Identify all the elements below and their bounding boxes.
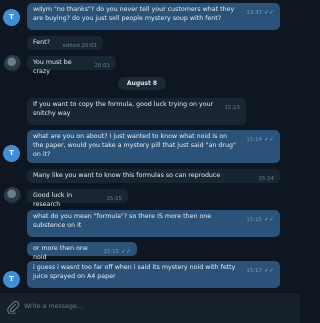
message-text: Fent? [33, 39, 50, 46]
message-text: Good luck in research [33, 192, 73, 208]
message-bubble[interactable]: 15:15 ✓✓ what do you mean "formula"? so t… [27, 210, 280, 237]
message-bubble[interactable]: 15:15 Good luck in research [27, 189, 128, 208]
message-bubble[interactable]: 15:14 Many like you want to know this fo… [27, 169, 280, 183]
message-text: or more then one noid [33, 245, 88, 261]
message-time: 15:14 [246, 137, 262, 143]
paperclip-icon[interactable] [6, 300, 20, 314]
message-bubble[interactable]: 15:15 ✓✓ or more then one noid [27, 242, 137, 261]
message-time: 15:15 [103, 249, 119, 255]
double-check-icon: ✓✓ [120, 248, 131, 255]
message-bubble[interactable]: 15:17 ✓✓ i guess i wasnt too far off when… [27, 261, 280, 288]
message-bubble[interactable]: 20:01 You must be crazy [27, 56, 116, 75]
message-time: 15:15 [106, 196, 122, 202]
avatar[interactable]: T [3, 271, 20, 288]
message-input[interactable]: Write a message... [24, 303, 83, 312]
message-bubble[interactable]: edited 20:01 Fent? [27, 36, 103, 50]
chat-area: T 13:37 ✓✓ wdym "no thanks"? do you never… [0, 0, 300, 292]
message-time: 15:17 [246, 268, 262, 274]
double-check-icon: ✓✓ [263, 9, 274, 16]
message-time: 15:15 [246, 217, 262, 223]
message-text: Many like you want to know this formulas… [33, 172, 221, 179]
message-edited-status: edited 20:01 [62, 43, 97, 49]
double-check-icon: ✓✓ [263, 136, 274, 143]
avatar[interactable]: T [3, 145, 20, 162]
message-time: 15:13 [224, 105, 240, 111]
double-check-icon: ✓✓ [263, 267, 274, 274]
message-text: If you want to copy the formula, good lu… [33, 101, 214, 117]
message-text: wdym "no thanks"? do you never tell your… [33, 6, 235, 22]
message-bubble[interactable]: 15:13 If you want to copy the formula, g… [27, 98, 246, 125]
date-separator: August 8 [118, 77, 166, 90]
compose-bar: Write a message... [0, 292, 300, 323]
avatar[interactable] [4, 55, 21, 72]
message-text: what do you mean "formula"? so there IS … [33, 213, 212, 229]
avatar[interactable]: T [3, 9, 20, 26]
message-time: 15:14 [258, 176, 274, 182]
message-time: 13:37 [246, 10, 262, 16]
message-text: i guess i wasnt too far off when i said … [33, 264, 236, 280]
double-check-icon: ✓✓ [263, 216, 274, 223]
message-time: 20:01 [94, 63, 110, 69]
avatar[interactable] [4, 187, 21, 204]
message-bubble[interactable]: 15:14 ✓✓ what are you on about? i just wa… [27, 130, 280, 163]
message-text: what are you on about? i just wanted to … [33, 133, 236, 158]
message-text: You must be crazy [33, 59, 72, 75]
message-bubble[interactable]: 13:37 ✓✓ wdym "no thanks"? do you never t… [27, 3, 280, 30]
